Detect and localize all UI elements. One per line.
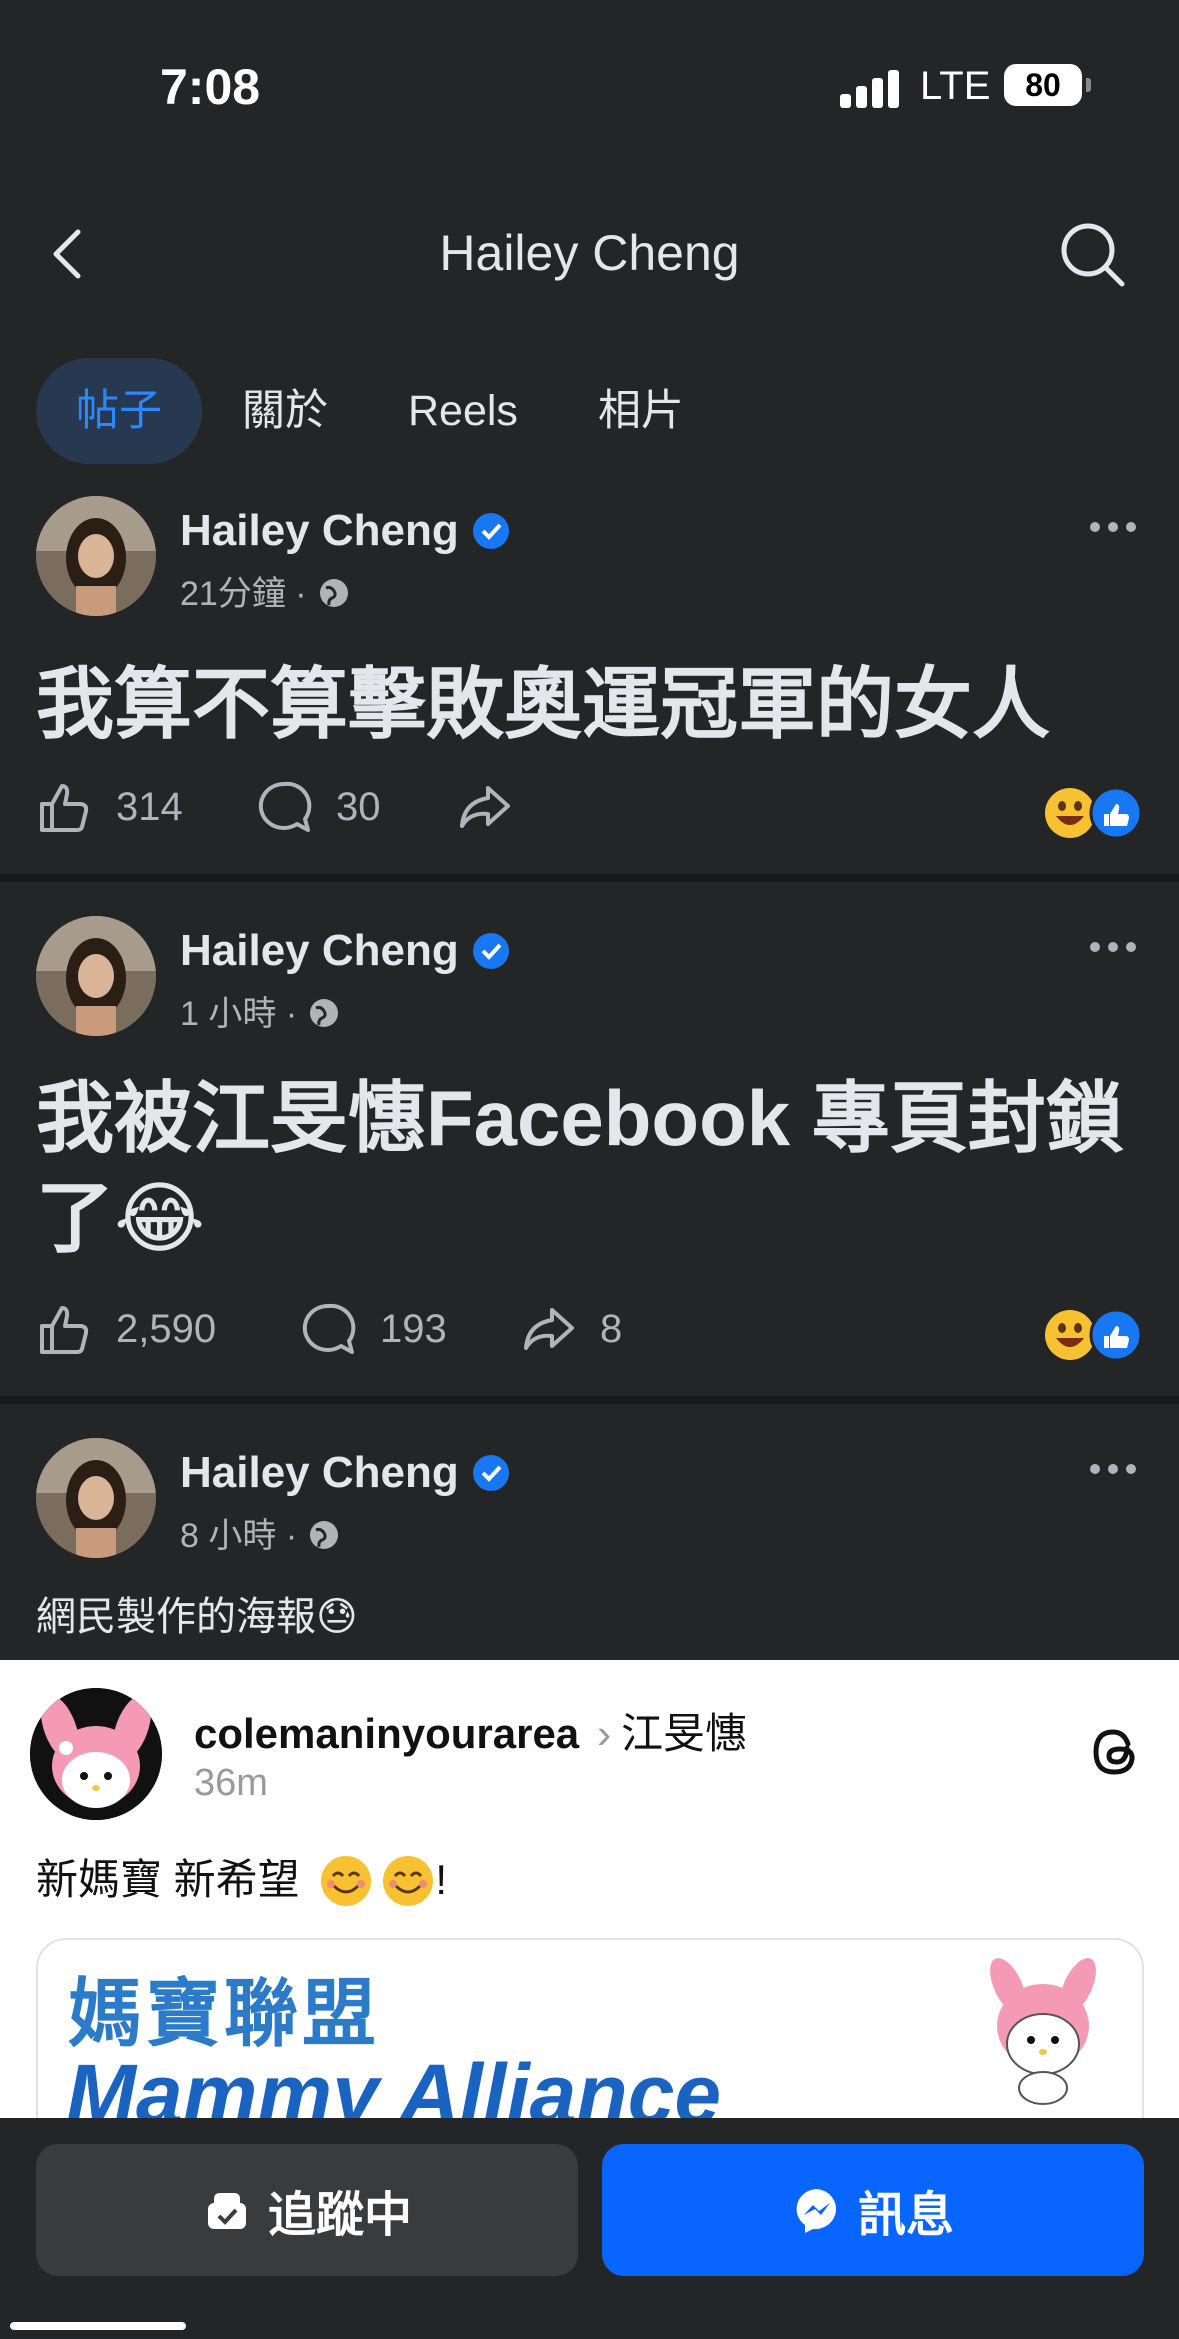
post-divider [0, 874, 1179, 882]
post-time: 21分鐘 [180, 575, 286, 613]
tab-posts[interactable]: 帖子 [36, 358, 202, 464]
post: Hailey Cheng 21分鐘 · 我算不算擊敗奧運冠軍的女人 314 30 [0, 496, 1179, 874]
post: Hailey Cheng 8 小時 · 網民製作的海報😓 [0, 1438, 1179, 1660]
verified-badge-icon [472, 513, 509, 549]
following-label: 追蹤中 [267, 2189, 412, 2242]
emoji-sweat: 😓 [316, 1595, 358, 1639]
globe-icon [310, 999, 339, 1027]
like-button[interactable]: 314 [36, 778, 183, 836]
top-navigation: Hailey Cheng [0, 200, 1179, 310]
messenger-icon [796, 2189, 837, 2233]
smiling-emoji-icon [383, 1856, 434, 1906]
share-icon [460, 786, 510, 828]
bottom-action-bar: 追蹤中 訊息 [0, 2118, 1179, 2339]
like-icon [40, 1306, 89, 1354]
profile-tabs: 帖子 關於 Reels 相片 [36, 358, 724, 464]
status-time: 7:08 [160, 59, 261, 115]
post: Hailey Cheng 1 小時 · 我被江旻憓Facebook 專頁封鎖了😂… [0, 916, 1179, 1396]
smiling-emoji-icon [321, 1856, 372, 1906]
like-button[interactable]: 2,590 [36, 1300, 216, 1358]
share-button[interactable]: 8 [520, 1300, 622, 1358]
post-author[interactable]: Hailey Cheng [180, 1448, 459, 1497]
embed-username: colemaninyourarea [194, 1710, 580, 1757]
poster-title-cn: 媽寶聯盟 [68, 1972, 380, 2055]
more-options-icon[interactable] [1088, 1462, 1138, 1476]
message-button[interactable]: 訊息 [602, 2144, 1144, 2276]
cellular-signal-icon [840, 68, 900, 108]
comment-button[interactable]: 193 [300, 1300, 447, 1358]
embed-text-end: ! [435, 1856, 448, 1903]
post-author[interactable]: Hailey Cheng [180, 926, 459, 975]
emoji-laugh-tears: 😂 [114, 1174, 206, 1262]
threads-logo-icon [1093, 1729, 1135, 1775]
post-time: 1 小時 [180, 995, 277, 1033]
like-count: 314 [116, 784, 183, 829]
poster-image: 媽寶聯盟 Mammy Alliance [36, 1938, 1144, 2120]
reactions-icon[interactable] [1044, 1308, 1144, 1362]
network-type: LTE [920, 64, 991, 108]
comment-count: 193 [380, 1306, 447, 1351]
post-text: 我算不算擊敗奧運冠軍的女人 [36, 660, 1051, 748]
post-time: 8 小時 [180, 1517, 277, 1555]
globe-icon [319, 579, 348, 607]
meta-separator: · [285, 1517, 298, 1555]
tab-photos[interactable]: 相片 [558, 358, 724, 464]
post-author[interactable]: Hailey Cheng [180, 506, 459, 555]
search-icon[interactable] [1058, 220, 1128, 290]
following-check-icon [207, 2193, 246, 2229]
like-icon [40, 784, 89, 832]
tab-about[interactable]: 關於 [202, 358, 368, 464]
post-image[interactable]: colemaninyourarea › 江旻憓 36m 新媽寶 新希望 ! 媽寶聯盟… [0, 1660, 1179, 2120]
more-options-icon[interactable] [1088, 520, 1138, 534]
more-options-icon[interactable] [1088, 940, 1138, 954]
poster-title-en: Mammy Alliance [66, 2047, 722, 2120]
post-divider [0, 1396, 1179, 1404]
verified-badge-icon [472, 1455, 509, 1491]
melody-character-icon [990, 1958, 1096, 2105]
status-bar: 7:08 LTE 80 [0, 0, 1179, 180]
embed-reply-target: 江旻憓 [621, 1710, 748, 1757]
embed-text: 新媽寶 新希望 [36, 1856, 300, 1903]
share-icon [524, 1308, 574, 1350]
meta-separator: · [295, 575, 307, 613]
tab-reels[interactable]: Reels [368, 358, 558, 464]
home-indicator [10, 2322, 186, 2330]
embed-reply-arrow: › [597, 1710, 612, 1757]
meta-separator: · [285, 995, 298, 1033]
avatar[interactable] [36, 916, 156, 1036]
post-text: 網民製作的海報 [36, 1595, 316, 1639]
message-label: 訊息 [857, 2189, 954, 2242]
comment-button[interactable]: 30 [256, 778, 381, 836]
like-count: 2,590 [116, 1306, 217, 1351]
share-count: 8 [600, 1306, 623, 1351]
embed-time: 36m [194, 1762, 268, 1804]
comment-icon [258, 781, 312, 832]
battery-icon: 80 [1004, 64, 1091, 106]
comment-count: 30 [336, 784, 381, 829]
page-title: Hailey Cheng [439, 225, 740, 281]
comment-icon [302, 1303, 356, 1354]
globe-icon [310, 1521, 339, 1549]
avatar[interactable] [36, 496, 156, 616]
following-button[interactable]: 追蹤中 [36, 2144, 578, 2276]
avatar[interactable] [36, 1438, 156, 1558]
reactions-icon[interactable] [1044, 786, 1144, 840]
verified-badge-icon [472, 933, 509, 969]
embed-avatar [30, 1688, 162, 1820]
share-button[interactable] [456, 778, 536, 836]
